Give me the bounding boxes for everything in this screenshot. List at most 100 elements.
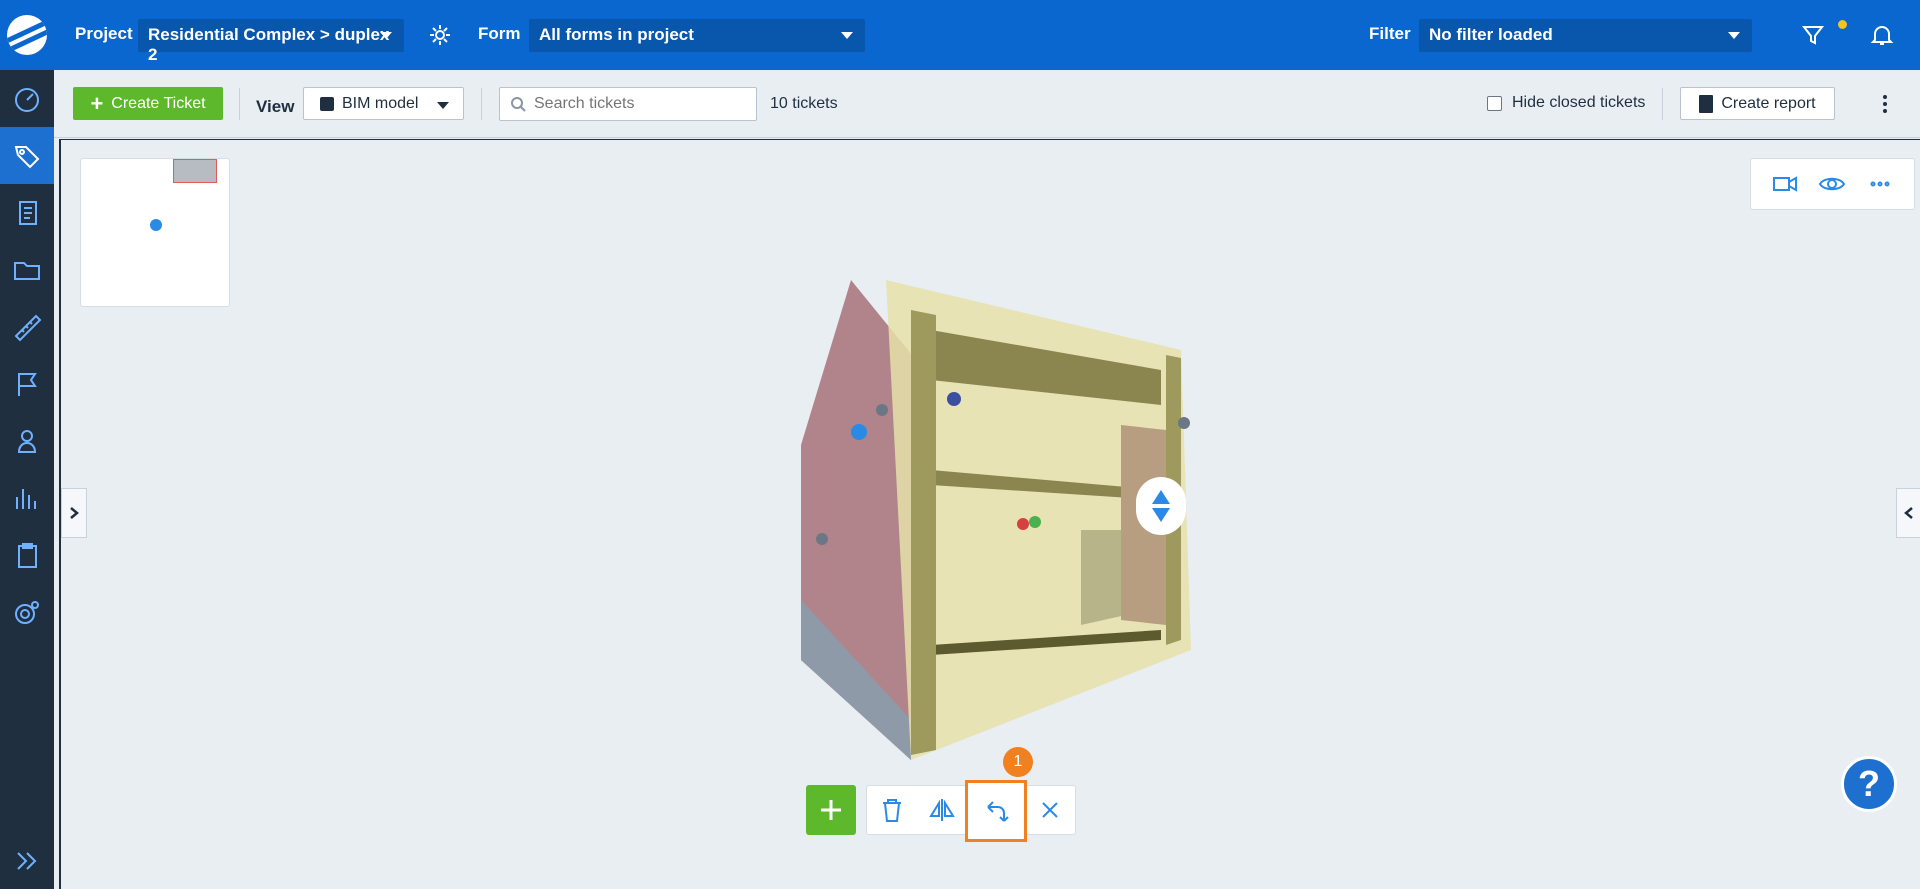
forms-icon <box>19 200 37 225</box>
filter-button[interactable] <box>1800 22 1826 48</box>
expand-rail-button[interactable] <box>0 841 54 881</box>
ticket-pin[interactable] <box>1178 417 1190 429</box>
more-horizontal-icon[interactable] <box>1866 170 1894 198</box>
filter-value: No filter loaded <box>1429 25 1553 44</box>
flip-icon <box>929 799 955 821</box>
rotate-section-button[interactable] <box>965 780 1027 842</box>
tickets-nav[interactable] <box>0 127 54 184</box>
divider <box>481 88 482 120</box>
notifications-button[interactable] <box>1869 22 1895 48</box>
section-move-handle[interactable] <box>1136 477 1186 535</box>
building-model[interactable] <box>781 230 1421 770</box>
minimap-floorplan <box>173 159 217 183</box>
delete-section-button[interactable] <box>867 786 917 834</box>
form-value: All forms in project <box>539 25 694 44</box>
double-chevron-right-icon <box>17 852 37 870</box>
section-toolbar <box>806 780 1076 842</box>
measure-nav[interactable] <box>0 298 54 355</box>
step-badge: 1 <box>1003 747 1033 777</box>
ticket-pin[interactable] <box>947 392 961 406</box>
create-ticket-button[interactable]: + Create Ticket <box>73 87 223 120</box>
ticket-pin[interactable] <box>1029 516 1041 528</box>
left-nav-rail <box>0 0 54 889</box>
more-options-button[interactable] <box>1880 92 1890 116</box>
camera-marker-icon <box>150 219 162 231</box>
form-label: Form <box>478 24 521 43</box>
settings-nav[interactable] <box>0 583 54 640</box>
eye-icon[interactable] <box>1818 170 1846 198</box>
create-report-button[interactable]: Create report <box>1680 87 1835 120</box>
settings-icon <box>15 600 39 624</box>
divider <box>1662 88 1663 120</box>
arrow-down-icon <box>1152 508 1170 522</box>
milestones-nav[interactable] <box>0 355 54 412</box>
cube-icon <box>320 96 334 111</box>
add-section-button[interactable] <box>806 785 856 835</box>
close-section-button[interactable] <box>1025 786 1075 834</box>
folder-icon <box>14 261 40 280</box>
divider <box>239 88 240 120</box>
user-icon <box>17 429 37 453</box>
flip-section-button[interactable] <box>917 786 967 834</box>
tasks-nav[interactable] <box>0 526 54 583</box>
bim-viewer[interactable] <box>59 139 1920 889</box>
clipboard-icon <box>18 542 37 568</box>
search-input[interactable] <box>499 87 757 121</box>
section-move-handle[interactable] <box>1197 619 1245 667</box>
notification-badge <box>1838 20 1847 29</box>
flag-icon <box>18 372 37 396</box>
view-select[interactable]: BIM model <box>303 87 464 120</box>
video-camera-icon[interactable] <box>1771 170 1799 198</box>
filter-label: Filter <box>1369 24 1411 43</box>
chevron-down-icon <box>437 102 449 109</box>
chevron-right-icon <box>70 507 79 519</box>
project-settings-button[interactable] <box>427 22 453 48</box>
form-select[interactable]: All forms in project <box>529 19 865 52</box>
search-icon <box>510 96 526 112</box>
bell-icon <box>1870 26 1894 45</box>
create-report-label: Create report <box>1721 94 1816 112</box>
column-front <box>911 310 936 755</box>
plus-icon <box>821 800 841 820</box>
dashboard-nav[interactable] <box>0 70 54 127</box>
viewer-tools <box>1750 158 1915 210</box>
plus-icon: + <box>90 90 104 116</box>
chart-icon <box>16 488 36 509</box>
right-panel-toggle[interactable] <box>1896 488 1920 538</box>
trash-icon <box>883 799 901 822</box>
section-actions <box>866 780 1076 842</box>
top-bar: Project Residential Complex > duplex 2 F… <box>54 0 1920 70</box>
rotate-arrows-icon <box>987 801 1009 822</box>
filter-select[interactable]: No filter loaded <box>1419 19 1752 52</box>
ticket-pin[interactable] <box>816 533 828 545</box>
documents-nav[interactable] <box>0 241 54 298</box>
stair-wall <box>1081 530 1126 625</box>
hide-closed-toggle[interactable]: Hide closed tickets <box>1487 94 1645 112</box>
ruler-icon <box>14 314 42 341</box>
project-select[interactable]: Residential Complex > duplex 2 <box>138 19 404 64</box>
forms-nav[interactable] <box>0 184 54 241</box>
gear-icon <box>430 25 450 45</box>
arrow-up-icon <box>1152 490 1170 504</box>
tickets-toolbar: + Create Ticket View BIM model 10 ticket… <box>54 70 1920 138</box>
project-label: Project <box>75 24 133 43</box>
ticket-pin[interactable] <box>1017 518 1029 530</box>
tickets-icon <box>14 145 40 168</box>
minimap[interactable] <box>80 158 230 307</box>
ticket-pin[interactable] <box>851 424 867 440</box>
ticket-pin[interactable] <box>876 404 888 416</box>
reports-nav[interactable] <box>0 469 54 526</box>
project-value: Residential Complex > duplex 2 <box>148 25 390 64</box>
create-ticket-label: Create Ticket <box>111 94 206 112</box>
view-value: BIM model <box>342 94 419 112</box>
hide-closed-label: Hide closed tickets <box>1512 94 1646 111</box>
funnel-icon <box>1801 26 1825 45</box>
left-panel-toggle[interactable] <box>61 488 87 538</box>
pdf-icon <box>1699 94 1714 113</box>
users-nav[interactable] <box>0 412 54 469</box>
app-logo[interactable] <box>0 0 54 70</box>
hide-closed-checkbox[interactable] <box>1487 95 1502 111</box>
chevron-down-icon <box>380 32 392 39</box>
chevron-left-icon <box>1904 507 1913 519</box>
help-button[interactable]: ? <box>1841 756 1897 812</box>
